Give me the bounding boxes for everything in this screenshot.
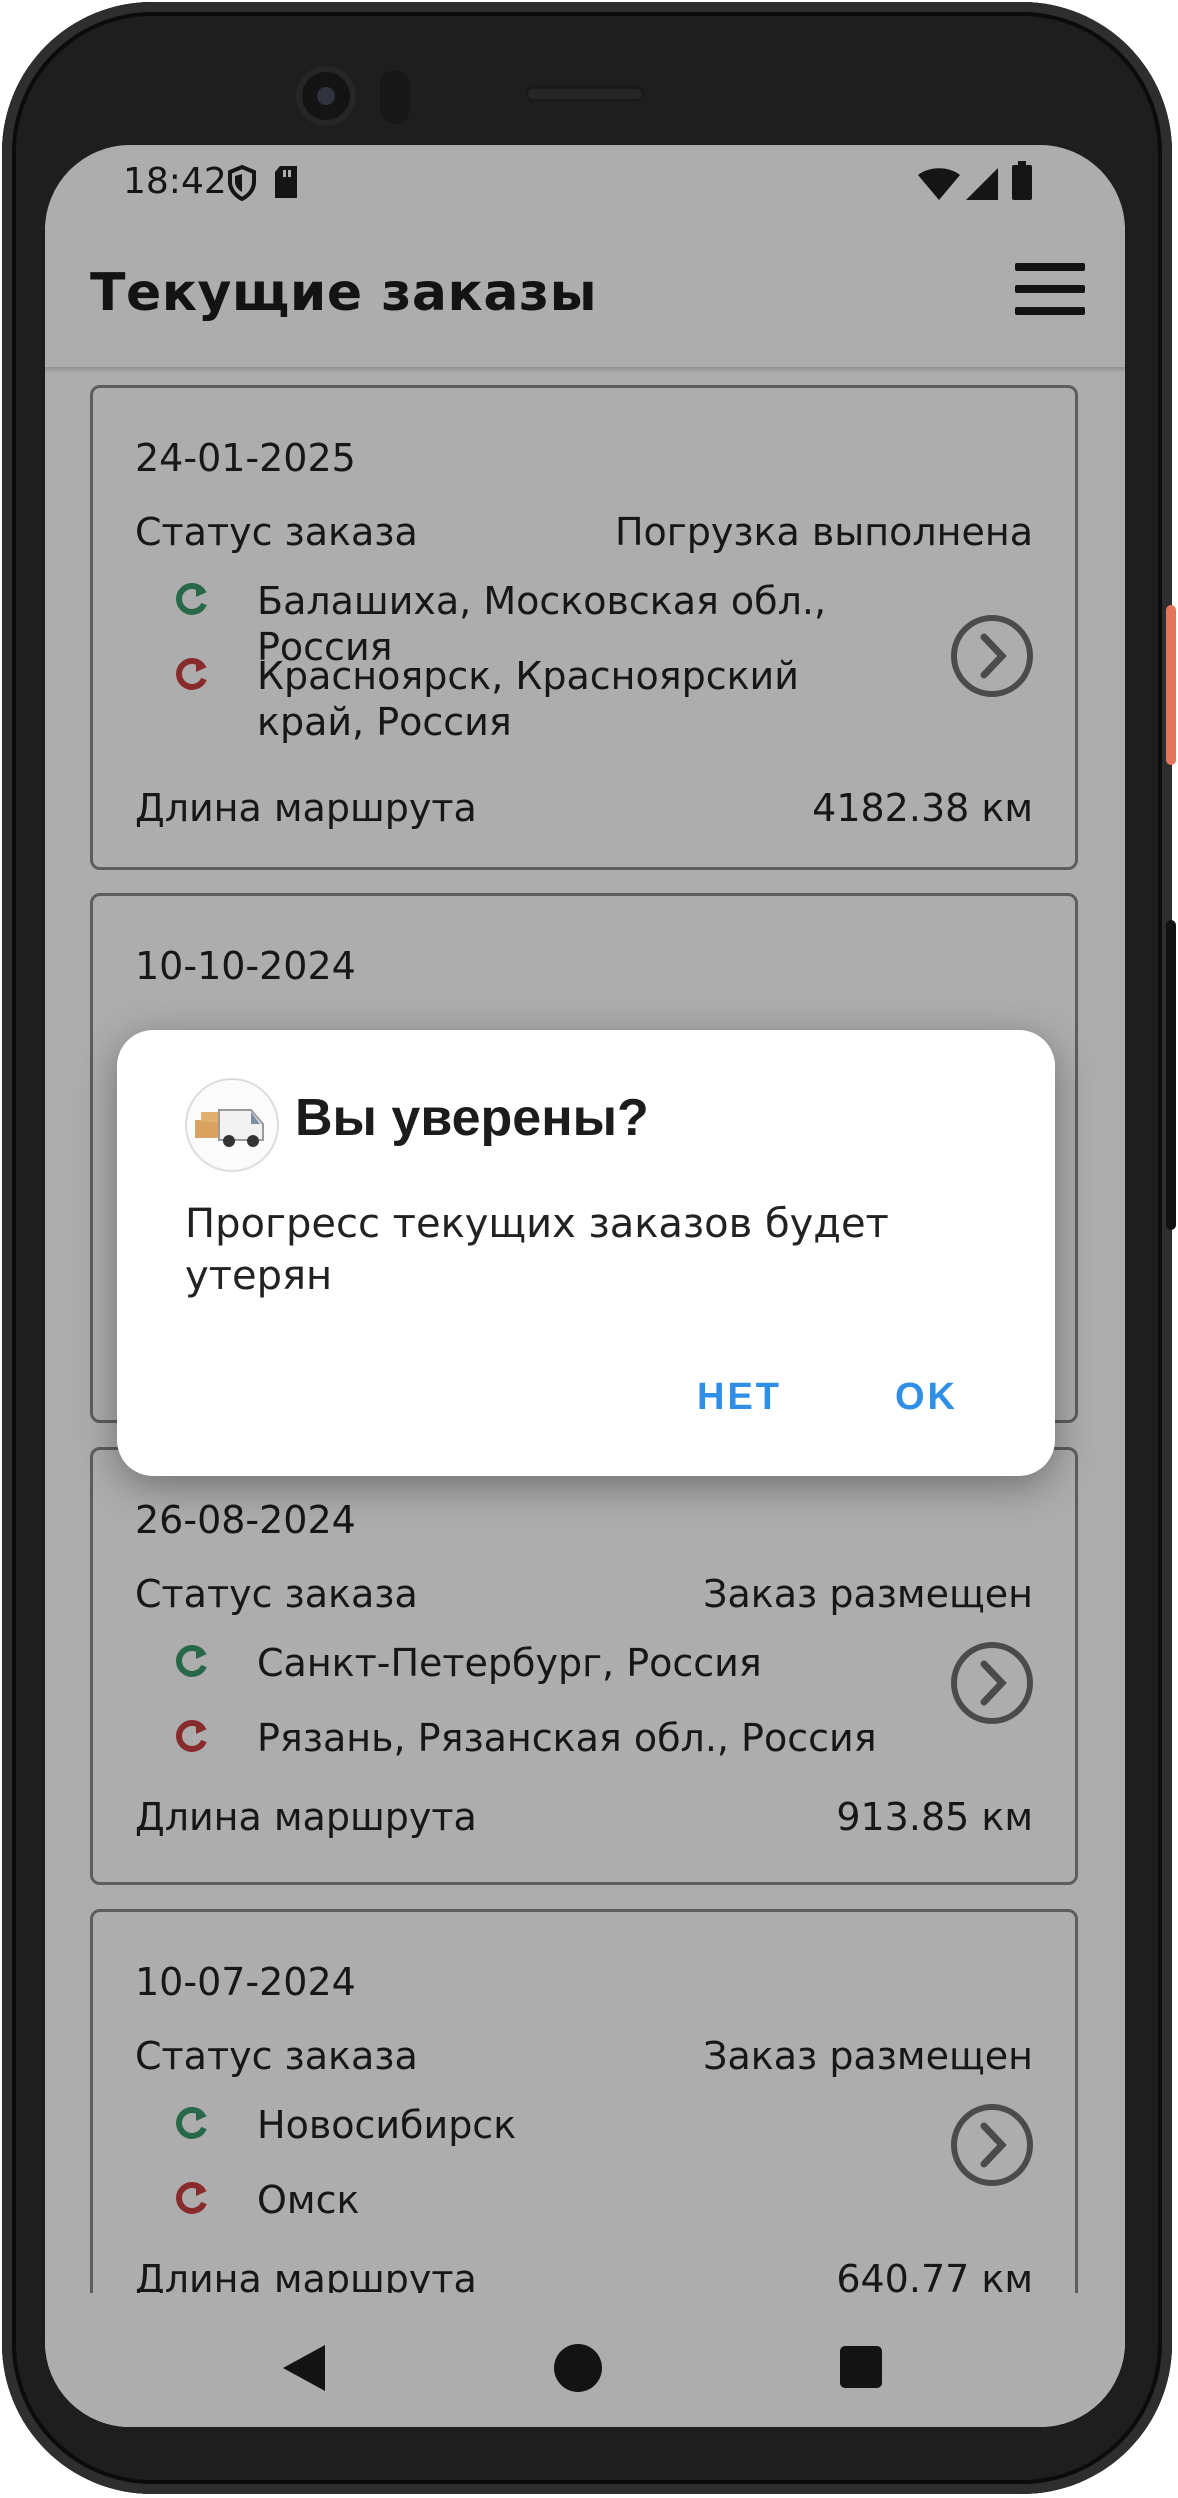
confirm-dialog: Вы уверены? Прогресс текущих заказов буд… bbox=[117, 1030, 1055, 1476]
power-button bbox=[1166, 605, 1176, 765]
volume-button bbox=[1166, 920, 1176, 1230]
ok-button[interactable]: OK bbox=[895, 1376, 958, 1419]
cancel-button[interactable]: НЕТ bbox=[697, 1376, 782, 1419]
earpiece-speaker bbox=[525, 86, 645, 102]
dialog-message: Прогресс текущих заказов будет утерян bbox=[185, 1201, 889, 1299]
delivery-van-logo-icon bbox=[185, 1078, 279, 1172]
front-camera bbox=[296, 66, 356, 126]
proximity-sensor bbox=[380, 70, 410, 124]
screen: 18:42 Текущие заказы 24-01-2025 Статус з… bbox=[45, 145, 1125, 2427]
dialog-title: Вы уверены? bbox=[295, 1089, 649, 1147]
